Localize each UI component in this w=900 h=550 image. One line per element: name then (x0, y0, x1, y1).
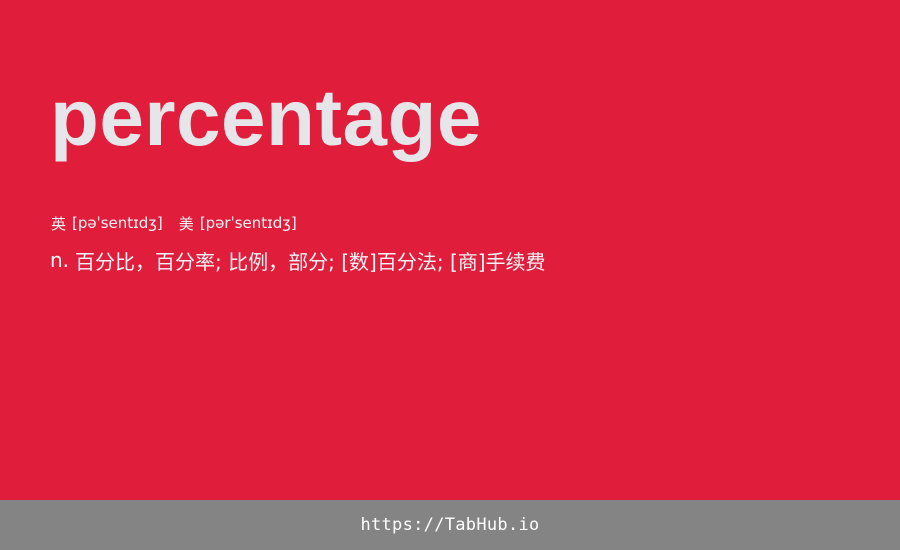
footer-bar: https://TabHub.io (0, 500, 900, 550)
part-of-speech: n. (50, 248, 70, 272)
pronunciation-row: 英 [pəˈsentɪdʒ] 美 [pərˈsentɪdʒ] (51, 212, 297, 234)
pronunciation-us: 美 [pərˈsentɪdʒ] (179, 213, 297, 234)
headword: percentage (50, 73, 482, 162)
ipa-us: [pərˈsentɪdʒ] (199, 214, 297, 232)
region-label-uk: 英 (51, 214, 67, 233)
pronunciation-uk: 英 [pəˈsentɪdʒ] (51, 213, 163, 234)
footer-link[interactable]: https://TabHub.io (360, 515, 539, 535)
ipa-uk: [pəˈsentɪdʒ] (72, 214, 163, 232)
definition-row: n. 百分比，百分率; 比例，部分; [数]百分法; [商]手续费 (50, 246, 546, 274)
word-card: percentage 英 [pəˈsentɪdʒ] 美 [pərˈsentɪdʒ… (0, 0, 900, 500)
region-label-us: 美 (178, 214, 194, 233)
definition-text: 百分比，百分率; 比例，部分; [数]百分法; [商]手续费 (75, 249, 546, 274)
